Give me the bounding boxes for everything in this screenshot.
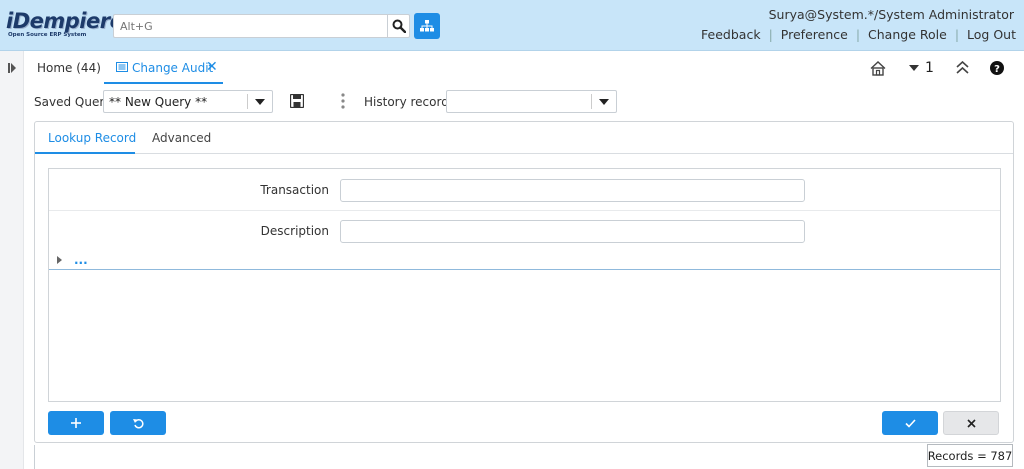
tab-advanced[interactable]: Advanced [152, 131, 211, 145]
tab-change-audit[interactable]: Change Audit ✕ [104, 52, 223, 84]
row-divider [49, 210, 1000, 211]
close-icon [966, 418, 976, 428]
close-tab-icon[interactable]: ✕ [206, 59, 218, 75]
saved-query-value: ** New Query ** [109, 95, 208, 109]
caret-right-icon[interactable] [57, 256, 62, 264]
active-subtab-indicator [35, 152, 135, 154]
lookup-fields-box: Transaction Description ... [48, 168, 1001, 402]
svg-text:?: ? [994, 64, 1000, 75]
cancel-button[interactable] [943, 411, 999, 435]
history-records-label: History records [364, 95, 456, 109]
tab-lookup-record[interactable]: Lookup Record [48, 131, 136, 145]
search-icon [392, 19, 406, 33]
undo-icon [132, 418, 144, 428]
description-label: Description [260, 224, 329, 238]
user-role-label: Surya@System.*/System Administrator [768, 7, 1014, 22]
sitemap-icon [420, 20, 434, 32]
menu-tree-button[interactable] [414, 13, 440, 39]
reset-button[interactable] [110, 411, 166, 435]
app-logo[interactable]: iDempiere Open Source ERP System [6, 9, 124, 40]
subtab-divider [35, 153, 1013, 154]
chevron-down-icon[interactable] [248, 91, 272, 112]
header-links: Feedback | Preference | Change Role | Lo… [693, 27, 1016, 42]
logout-link[interactable]: Log Out [959, 27, 1016, 42]
saved-query-select[interactable]: ** New Query ** [103, 90, 273, 113]
transaction-label: Transaction [260, 183, 329, 197]
help-icon[interactable]: ? [990, 61, 1004, 75]
transaction-field[interactable] [340, 179, 805, 202]
more-fields-link[interactable]: ... [74, 253, 88, 267]
section-divider [49, 269, 1000, 270]
save-query-icon[interactable] [290, 94, 304, 108]
expand-panel-icon[interactable] [8, 63, 16, 73]
chevron-down-icon[interactable] [592, 91, 616, 112]
window-list-dropdown-icon[interactable] [909, 65, 919, 71]
more-options-icon[interactable] [341, 93, 345, 109]
plus-icon [71, 418, 81, 428]
records-count: Records = 787 [927, 444, 1013, 467]
left-panel-strip [0, 51, 24, 469]
global-search-input[interactable] [113, 14, 387, 38]
feedback-link[interactable]: Feedback [693, 27, 769, 42]
home-icon[interactable] [870, 61, 886, 76]
find-panel: Lookup Record Advanced Transaction Descr… [34, 121, 1014, 443]
preference-link[interactable]: Preference [773, 27, 856, 42]
tab-label: Change Audit [132, 61, 214, 75]
logo-text: iDempiere [6, 9, 124, 33]
change-role-link[interactable]: Change Role [860, 27, 955, 42]
history-records-select[interactable] [446, 90, 617, 113]
tab-home[interactable]: Home (44) [37, 61, 101, 75]
open-window-count: 1 [925, 60, 934, 76]
add-button[interactable] [48, 411, 104, 435]
description-field[interactable] [340, 220, 805, 243]
check-icon [904, 418, 916, 428]
status-bar-divider [34, 445, 35, 469]
ok-button[interactable] [882, 411, 938, 435]
app-header: iDempiere Open Source ERP System Surya@S… [0, 0, 1024, 51]
search-button[interactable] [387, 14, 410, 38]
window-icon [116, 62, 128, 72]
saved-query-label: Saved Query [34, 95, 112, 109]
collapse-up-icon[interactable] [956, 61, 969, 74]
